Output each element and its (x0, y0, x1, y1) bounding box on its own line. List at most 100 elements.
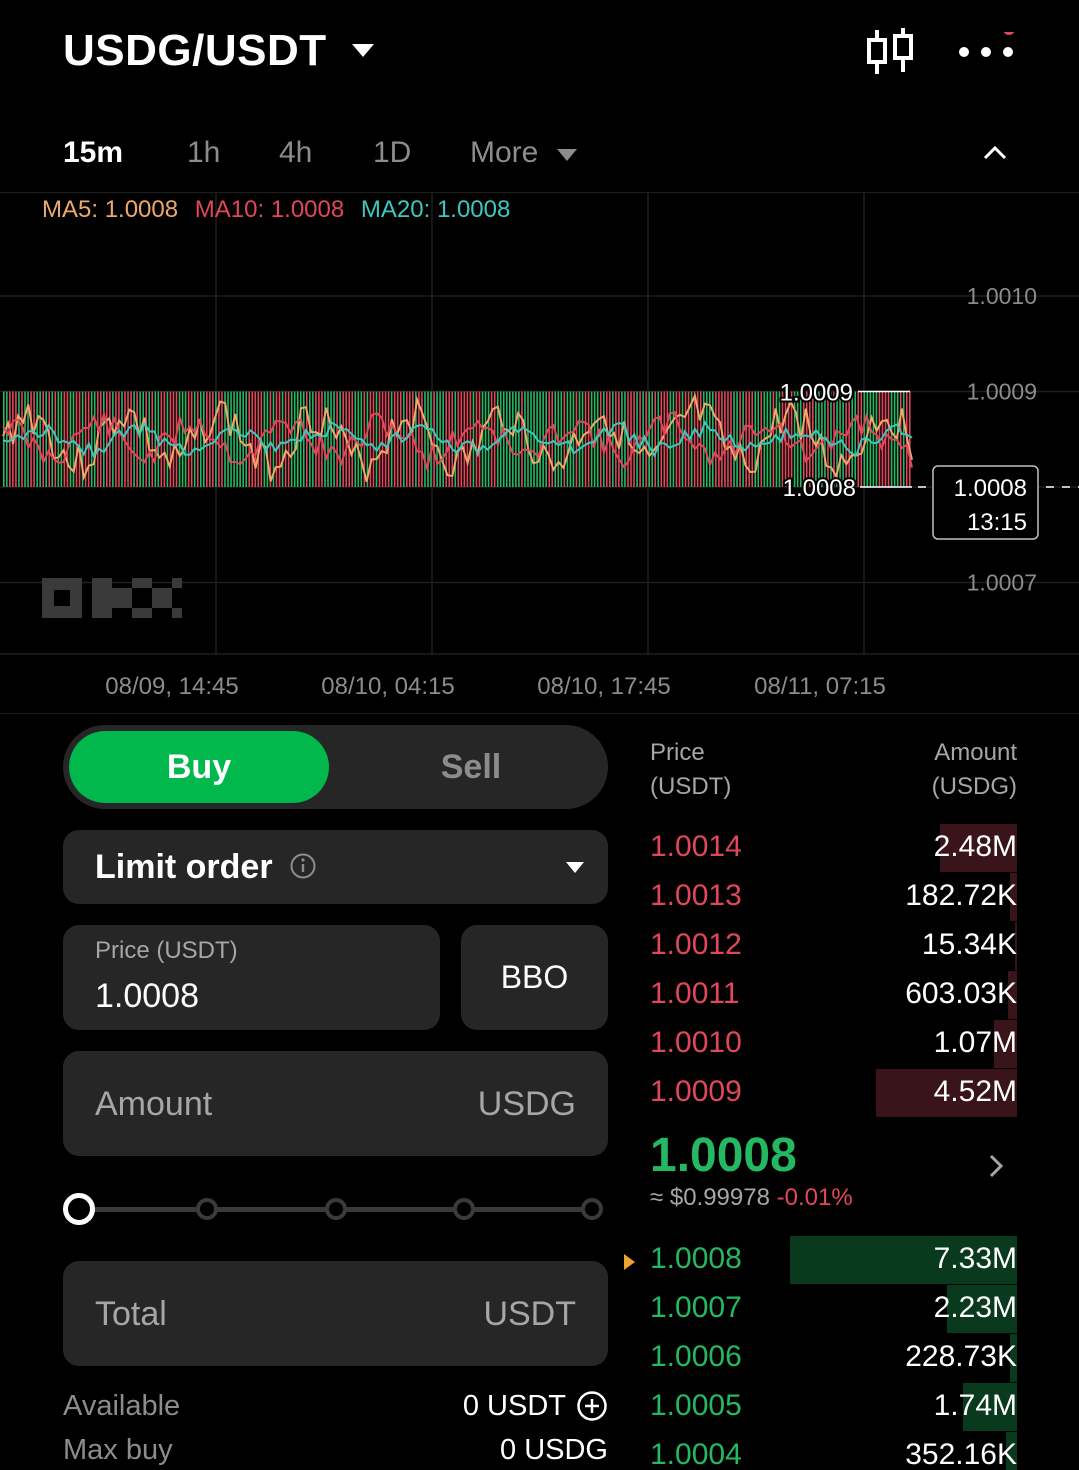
ask-row[interactable]: 1.0010 1.07M (650, 1020, 1017, 1068)
candle (663, 391, 666, 487)
price-label: Price (USDT) (95, 937, 238, 964)
bid-amount: 7.33M (933, 1242, 1017, 1275)
candle (51, 391, 54, 487)
order-type-select[interactable]: Limit order (63, 830, 608, 904)
amount-input[interactable]: Amount USDG (63, 1051, 608, 1156)
sell-tab[interactable]: Sell (371, 731, 571, 803)
info-icon[interactable] (289, 852, 317, 880)
candle (457, 391, 460, 487)
tab-1h[interactable]: 1h (187, 136, 220, 170)
candle (15, 391, 17, 487)
total-input[interactable]: Total USDT (63, 1261, 608, 1366)
candle (309, 391, 311, 487)
candle (327, 391, 329, 487)
candle (469, 391, 472, 487)
price-input[interactable]: Price (USDT) 1.0008 (63, 925, 440, 1030)
pair-title[interactable]: USDG/USDT (63, 26, 327, 76)
chart-canvas[interactable]: 1.0010 1.0009 1.0008 1.0007 08/09, 14:45 08/1… (0, 192, 1079, 714)
y-tick-label: 1.0010 (967, 283, 1037, 309)
ask-row[interactable]: 1.0009 4.52M (650, 1069, 1017, 1117)
slider-step-75[interactable] (453, 1198, 475, 1220)
buy-tab[interactable]: Buy (69, 731, 329, 803)
ask-row[interactable]: 1.0013 182.72K (650, 873, 1017, 921)
x-tick-label: 08/10, 17:45 (537, 673, 670, 700)
candle (278, 391, 281, 487)
candlestick-icon[interactable] (865, 26, 915, 78)
chevron-up-icon[interactable] (980, 138, 1010, 168)
candle (333, 391, 335, 487)
ask-row[interactable]: 1.0012 15.34K (650, 922, 1017, 970)
candle (393, 391, 396, 487)
amount-slider[interactable] (63, 1190, 608, 1230)
y-tick-label: 1.0007 (967, 570, 1037, 596)
x-tick-label: 08/10, 04:15 (321, 673, 454, 700)
candle (633, 391, 635, 487)
candle (375, 391, 378, 487)
candle (109, 391, 111, 487)
ma20-value: 1.0008 (436, 196, 511, 223)
bid-row[interactable]: 1.0005 1.74M (650, 1383, 1017, 1431)
candle (566, 391, 569, 487)
slider-step-50[interactable] (325, 1198, 347, 1220)
bid-row[interactable]: 1.0006 228.73K (650, 1334, 1017, 1382)
ask-price: 1.0009 (650, 1075, 742, 1108)
plus-circle-icon[interactable] (576, 1390, 608, 1422)
more-dots-icon[interactable] (952, 32, 1022, 72)
price-chart[interactable]: 1.0010 1.0009 1.0008 1.0007 08/09, 14:45 08/1… (0, 192, 1079, 714)
ask-amount: 2.48M (933, 830, 1017, 863)
candle (651, 391, 654, 487)
candle (551, 391, 554, 487)
candle (60, 391, 63, 487)
bid-row[interactable]: 1.0008 7.33M (650, 1236, 1017, 1284)
tab-1d[interactable]: 1D (373, 136, 411, 170)
tab-4h[interactable]: 4h (279, 136, 312, 170)
bid-price: 1.0007 (650, 1291, 742, 1324)
candle (530, 391, 532, 487)
candle (166, 391, 169, 487)
tab-more[interactable]: More (470, 136, 538, 170)
slider-handle[interactable] (63, 1193, 95, 1225)
bid-price: 1.0005 (650, 1389, 742, 1422)
candle (63, 391, 66, 487)
ask-price: 1.0014 (650, 830, 742, 863)
candle (115, 391, 117, 487)
current-price-label: 1.0008 (954, 475, 1027, 502)
candle (869, 391, 872, 487)
candle (533, 391, 535, 487)
candle (872, 391, 875, 487)
candle (178, 391, 181, 487)
chevron-down-icon[interactable] (352, 44, 374, 57)
ask-amount: 4.52M (933, 1075, 1017, 1108)
candle (433, 391, 435, 487)
slider-step-100[interactable] (581, 1198, 603, 1220)
y-tick-label: 1.0009 (967, 379, 1037, 405)
candle (657, 391, 660, 487)
okx-logo-icon (42, 578, 182, 618)
candle (509, 391, 511, 487)
candle (133, 391, 135, 487)
ask-amount: 603.03K (905, 977, 1017, 1010)
candle (142, 391, 144, 487)
bid-amount: 352.16K (905, 1438, 1017, 1470)
bid-row[interactable]: 1.0007 2.23M (650, 1285, 1017, 1333)
candle (3, 391, 5, 487)
candle (384, 391, 387, 487)
candle (78, 391, 81, 487)
slider-step-25[interactable] (196, 1198, 218, 1220)
total-unit: USDT (483, 1295, 576, 1333)
ask-row[interactable]: 1.0011 603.03K (650, 971, 1017, 1019)
candle (233, 391, 235, 487)
candle (624, 391, 626, 487)
chevron-right-icon[interactable] (985, 1152, 1007, 1180)
candle (775, 391, 778, 487)
candle (106, 391, 108, 487)
tab-15m[interactable]: 15m (63, 136, 123, 170)
ask-row[interactable]: 1.0014 2.48M (650, 824, 1017, 872)
notification-dot (1003, 32, 1015, 35)
candle (563, 391, 566, 487)
usd-equivalent: ≈ $0.99978 (650, 1184, 770, 1211)
price-value[interactable]: 1.0008 (95, 977, 199, 1016)
candle (130, 391, 132, 487)
bid-row[interactable]: 1.0004 352.16K (650, 1432, 1017, 1470)
bbo-button[interactable]: BBO (461, 925, 608, 1030)
